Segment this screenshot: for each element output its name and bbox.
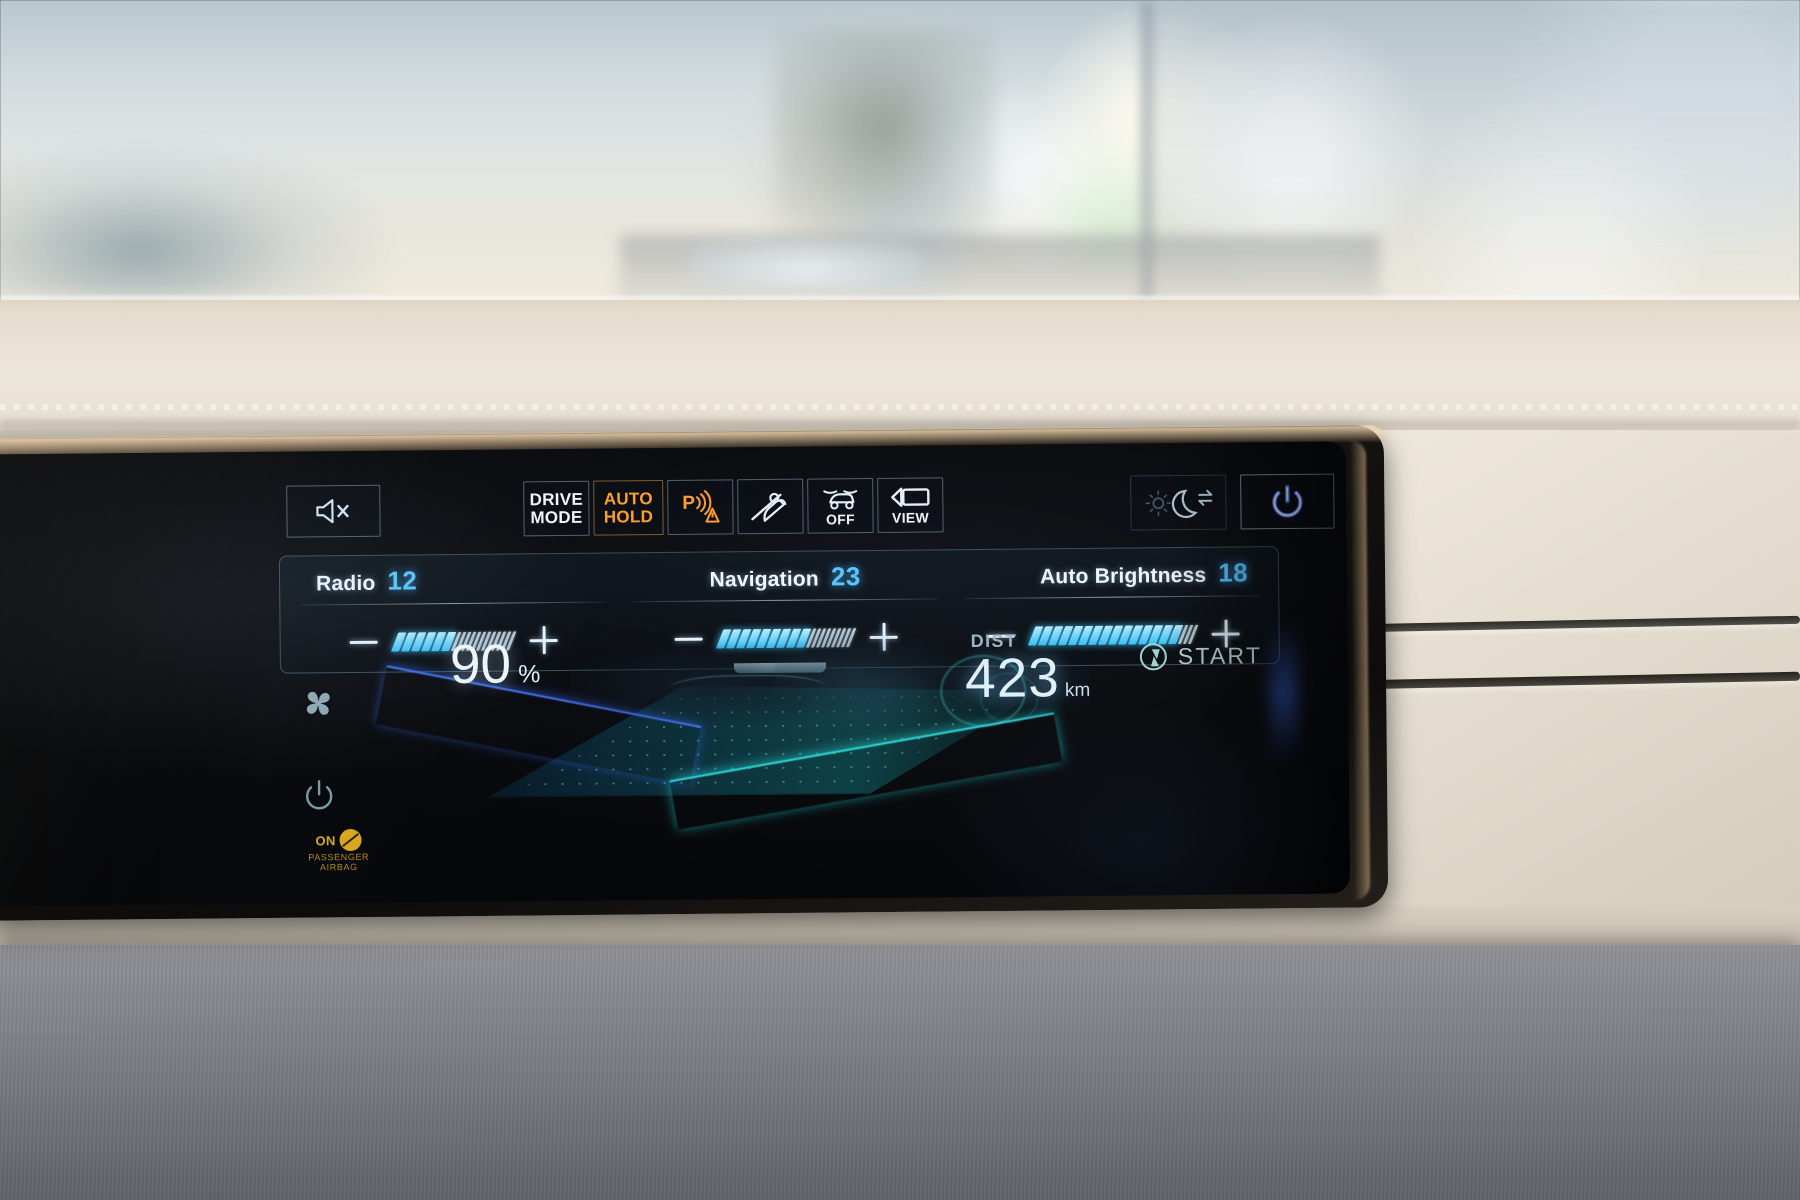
hill-descent-icon — [747, 487, 793, 525]
traction-control-button[interactable]: OFF — [807, 477, 874, 534]
range-readout: DIST 423 km — [965, 630, 1091, 710]
svg-text:P: P — [682, 492, 695, 513]
parking-distance-warning-button[interactable]: P — [667, 479, 734, 535]
day-night-toggle-button[interactable] — [1130, 474, 1227, 531]
infotainment-display[interactable]: DRIVE MODE AUTO HOLD P OFF VIEW Radio 12… — [0, 441, 1351, 907]
passenger-airbag-indicator: ON PASSENGER AIRBAG — [283, 828, 393, 873]
camera-view-button[interactable]: VIEW — [877, 477, 944, 533]
auto-hold-label-line1: AUTO — [603, 489, 653, 509]
display-edge-glow — [1269, 621, 1299, 763]
speaker-mute-icon — [313, 496, 353, 526]
power-icon — [1267, 481, 1307, 521]
navigation-value: 23 — [830, 561, 861, 592]
drive-mode-label-line2: MODE — [530, 507, 583, 527]
drive-mode-label-line1: DRIVE — [529, 489, 584, 510]
camera-view-sublabel: VIEW — [891, 509, 930, 526]
floor-carpet — [0, 945, 1800, 1200]
airbag-label-line2: AIRBAG — [319, 861, 358, 873]
dashboard-right-panel — [1330, 430, 1800, 950]
charge-bolt-icon — [1139, 643, 1167, 671]
battery-charge-readout: 90 % — [450, 631, 541, 696]
charge-start-label: START — [1177, 642, 1263, 670]
camera-icon — [887, 485, 933, 509]
background-vehicle — [690, 238, 920, 290]
traction-control-sublabel: OFF — [825, 511, 856, 528]
screenshot-root: DRIVE MODE AUTO HOLD P OFF VIEW Radio 12… — [0, 0, 1800, 1200]
display-ui: DRIVE MODE AUTO HOLD P OFF VIEW Radio 12… — [0, 441, 1350, 906]
navigation-label: Navigation — [709, 567, 820, 592]
radio-minus-button[interactable] — [347, 625, 381, 659]
airbag-status: ON — [315, 832, 336, 848]
fan-icon[interactable] — [298, 683, 342, 727]
background-hill — [0, 110, 390, 300]
auto-hold-button[interactable]: AUTO HOLD — [593, 479, 664, 536]
dashboard-stitching — [0, 404, 1800, 410]
auto-brightness-header: Auto Brightness 18 — [962, 557, 1262, 597]
radio-header: Radio 12 — [298, 564, 608, 604]
climate-power-icon[interactable] — [299, 775, 343, 819]
radio-label: Radio — [316, 571, 376, 596]
vehicle-body-line — [668, 674, 829, 710]
background-tree — [775, 30, 995, 245]
battery-percent-value: 90 — [449, 632, 512, 696]
battery-percent-symbol: % — [518, 660, 541, 689]
auto-brightness-label: Auto Brightness — [1039, 563, 1207, 589]
parking-sensor-icon: P — [678, 488, 722, 526]
drive-mode-button[interactable]: DRIVE MODE — [523, 480, 590, 537]
top-toolbar: DRIVE MODE AUTO HOLD P OFF VIEW — [278, 473, 1335, 542]
hill-descent-button[interactable] — [737, 478, 804, 535]
range-value: 423 — [964, 646, 1061, 710]
moon-swap-icon — [1141, 484, 1215, 521]
airbag-status-row: ON — [283, 828, 393, 852]
range-unit: km — [1064, 679, 1091, 702]
radio-value: 12 — [387, 565, 418, 596]
auto-brightness-value: 18 — [1218, 557, 1249, 588]
navigation-header: Navigation 23 — [630, 560, 940, 600]
charge-start-button[interactable]: START — [1139, 642, 1263, 671]
power-button[interactable] — [1240, 473, 1335, 530]
climate-rail — [298, 683, 369, 820]
mute-button[interactable] — [286, 484, 381, 538]
airbag-off-badge-icon — [339, 828, 362, 852]
range-value-row: 423 km — [965, 645, 1091, 710]
esc-skid-icon — [820, 485, 860, 511]
auto-hold-label-line2: HOLD — [603, 506, 654, 527]
